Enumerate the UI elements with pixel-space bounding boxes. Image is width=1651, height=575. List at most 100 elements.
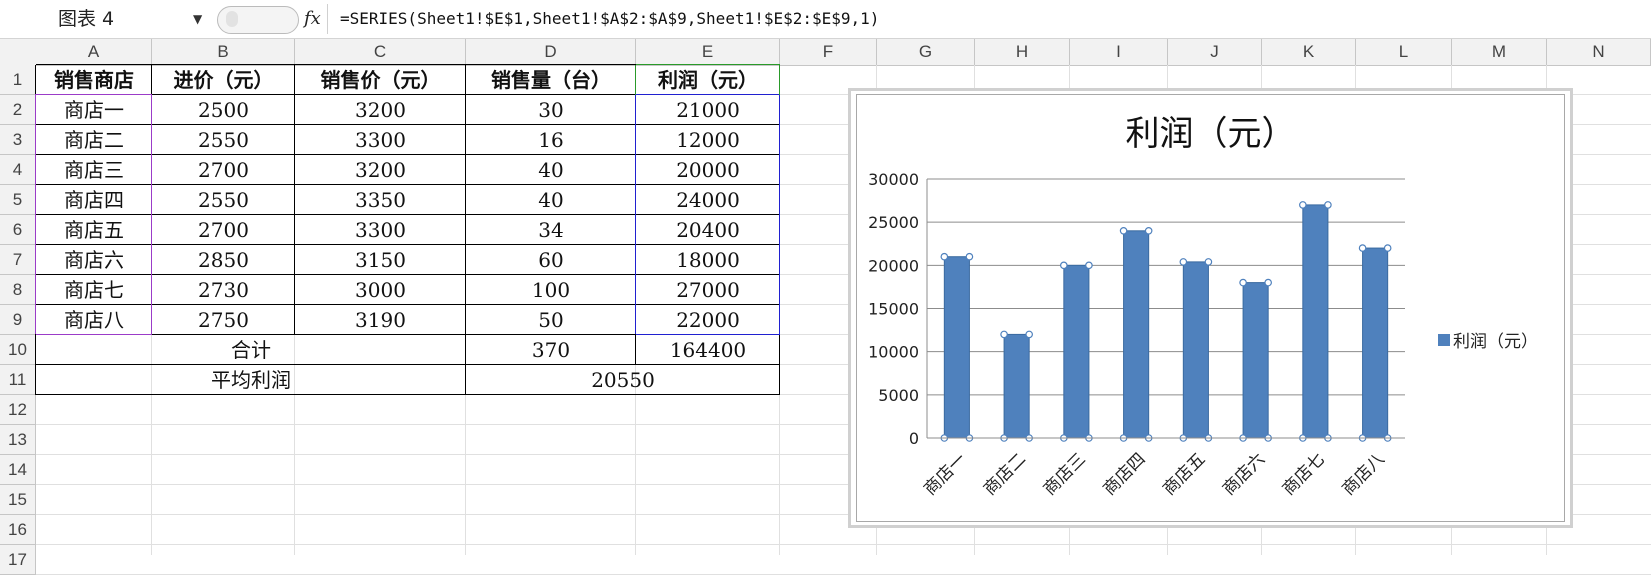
column-header-k[interactable]: K <box>1262 39 1356 65</box>
name-box[interactable]: 图表 4 ▼ <box>40 6 210 32</box>
row-header-16[interactable]: 16 <box>0 515 36 545</box>
name-box-splitter[interactable] <box>217 6 299 34</box>
table-cell[interactable]: 40 <box>466 185 636 215</box>
total-label-cell[interactable]: 合计 <box>36 335 466 365</box>
row-header-12[interactable]: 12 <box>0 395 36 425</box>
column-header-f[interactable]: F <box>780 39 877 65</box>
total-profit-cell[interactable]: 164400 <box>636 335 780 365</box>
table-cell[interactable]: 商店六 <box>36 245 152 275</box>
table-cell[interactable]: 3300 <box>295 125 466 155</box>
total-sales-cell[interactable]: 370 <box>466 335 636 365</box>
column-header-m[interactable]: M <box>1452 39 1547 65</box>
row-header-5[interactable]: 5 <box>0 185 36 215</box>
row-header-4[interactable]: 4 <box>0 155 36 185</box>
table-cell[interactable]: 2500 <box>152 95 295 125</box>
table-header-cell[interactable]: 销售商店 <box>36 65 152 95</box>
legend-key <box>1438 334 1450 346</box>
table-cell[interactable]: 商店三 <box>36 155 152 185</box>
table-cell[interactable]: 60 <box>466 245 636 275</box>
table-header-cell[interactable]: 进价（元） <box>152 65 295 95</box>
table-cell[interactable]: 2550 <box>152 125 295 155</box>
chevron-down-icon[interactable]: ▼ <box>193 6 202 32</box>
table-cell[interactable]: 22000 <box>636 305 780 335</box>
row-header-14[interactable]: 14 <box>0 455 36 485</box>
table-cell[interactable]: 商店一 <box>36 95 152 125</box>
column-header-j[interactable]: J <box>1168 39 1262 65</box>
table-cell[interactable]: 24000 <box>636 185 780 215</box>
average-profit-cell[interactable]: 20550 <box>466 365 780 395</box>
table-cell[interactable]: 2700 <box>152 155 295 185</box>
table-border <box>36 244 780 245</box>
table-cell[interactable]: 40 <box>466 155 636 185</box>
column-header-l[interactable]: L <box>1356 39 1452 65</box>
row-header-2[interactable]: 2 <box>0 95 36 125</box>
table-cell[interactable]: 商店七 <box>36 275 152 305</box>
column-header-c[interactable]: C <box>295 39 466 65</box>
column-header-d[interactable]: D <box>466 39 636 65</box>
series-name-highlight <box>636 64 780 65</box>
row-header-1[interactable]: 1 <box>0 65 36 95</box>
table-header-cell[interactable]: 销售量（台） <box>466 65 636 95</box>
table-cell[interactable]: 2700 <box>152 215 295 245</box>
table-header-cell[interactable]: 利润（元） <box>636 65 780 95</box>
table-cell[interactable]: 30 <box>466 95 636 125</box>
table-cell[interactable]: 3000 <box>295 275 466 305</box>
table-header-cell[interactable]: 销售价（元） <box>295 65 466 95</box>
table-border <box>36 364 780 365</box>
table-border <box>36 394 780 395</box>
table-cell[interactable]: 50 <box>466 305 636 335</box>
row-header-17[interactable]: 17 <box>0 545 36 575</box>
table-cell[interactable]: 16 <box>466 125 636 155</box>
values-range-highlight <box>779 94 780 334</box>
row-header-3[interactable]: 3 <box>0 125 36 155</box>
table-cell[interactable]: 3300 <box>295 215 466 245</box>
table-border <box>465 65 466 335</box>
table-cell[interactable]: 3350 <box>295 185 466 215</box>
column-header-b[interactable]: B <box>152 39 295 65</box>
table-cell[interactable]: 21000 <box>636 95 780 125</box>
row-header-6[interactable]: 6 <box>0 215 36 245</box>
table-cell[interactable]: 3200 <box>295 95 466 125</box>
table-cell[interactable]: 100 <box>466 275 636 305</box>
formula-input[interactable]: =SERIES(Sheet1!$E$1,Sheet1!$A$2:$A$9,She… <box>340 9 879 28</box>
column-header-h[interactable]: H <box>975 39 1070 65</box>
row-header-8[interactable]: 8 <box>0 275 36 305</box>
row-header-9[interactable]: 9 <box>0 305 36 335</box>
table-cell[interactable]: 2550 <box>152 185 295 215</box>
table-cell[interactable]: 20400 <box>636 215 780 245</box>
table-cell[interactable]: 3200 <box>295 155 466 185</box>
row-header-11[interactable]: 11 <box>0 365 36 395</box>
table-cell[interactable]: 商店二 <box>36 125 152 155</box>
table-cell[interactable]: 2750 <box>152 305 295 335</box>
average-label-cell[interactable]: 平均利润 <box>36 365 466 395</box>
table-cell[interactable]: 3150 <box>295 245 466 275</box>
series-name-highlight <box>779 65 780 95</box>
chart-area[interactable] <box>856 94 1565 522</box>
name-box-value[interactable]: 图表 4 <box>58 6 114 32</box>
table-cell[interactable]: 12000 <box>636 125 780 155</box>
table-cell[interactable]: 27000 <box>636 275 780 305</box>
table-cell[interactable]: 商店五 <box>36 215 152 245</box>
row-header-10[interactable]: 10 <box>0 335 36 365</box>
table-cell[interactable]: 20000 <box>636 155 780 185</box>
table-border <box>635 335 636 365</box>
legend-label[interactable]: 利润（元） <box>1453 327 1538 352</box>
table-cell[interactable]: 2730 <box>152 275 295 305</box>
row-header-13[interactable]: 13 <box>0 425 36 455</box>
row-header-7[interactable]: 7 <box>0 245 36 275</box>
table-cell[interactable]: 3190 <box>295 305 466 335</box>
table-cell[interactable]: 18000 <box>636 245 780 275</box>
insert-function-button[interactable]: fx <box>304 8 321 29</box>
table-cell[interactable]: 商店四 <box>36 185 152 215</box>
table-cell[interactable]: 34 <box>466 215 636 245</box>
row-header-15[interactable]: 15 <box>0 485 36 515</box>
column-header-g[interactable]: G <box>877 39 975 65</box>
table-cell[interactable]: 2850 <box>152 245 295 275</box>
column-header-a[interactable]: A <box>36 39 152 65</box>
column-header-n[interactable]: N <box>1547 39 1651 65</box>
table-border <box>36 154 780 155</box>
table-cell[interactable]: 商店八 <box>36 305 152 335</box>
column-header-i[interactable]: I <box>1070 39 1168 65</box>
chart-title[interactable]: 利润（元） <box>856 106 1565 155</box>
column-header-e[interactable]: E <box>636 39 780 65</box>
